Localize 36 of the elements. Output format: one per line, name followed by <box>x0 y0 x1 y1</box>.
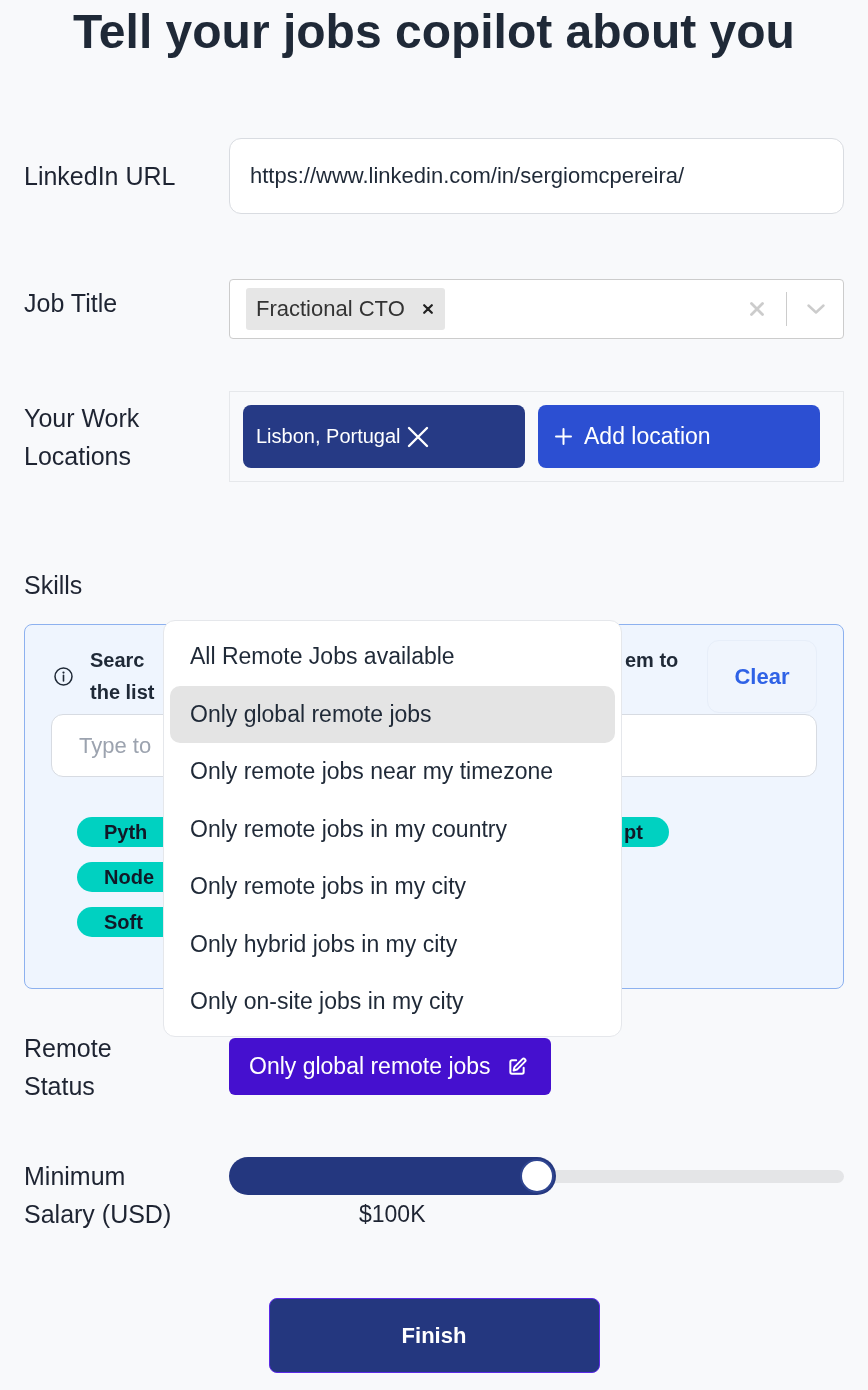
field-label: Job Title <box>24 288 118 319</box>
edit-icon <box>506 1056 527 1077</box>
linkedin-url-field[interactable]: https://www.linkedin.com/in/sergiomcpereira/ <box>229 138 844 214</box>
dropdown-option[interactable]: Only global remote jobs <box>170 685 615 743</box>
job-title-field[interactable]: Fractional CTO <box>229 279 844 339</box>
hint-text: the list <box>90 680 155 705</box>
skill-tag: pt <box>622 817 669 847</box>
field-label: Your Work Locations <box>24 403 141 472</box>
field-label: Skills <box>24 570 83 601</box>
skill-tag: Pyth <box>77 817 163 847</box>
tag-label: Fractional CTO <box>256 296 405 322</box>
field-label: Minimum Salary (USD) <box>24 1161 173 1230</box>
info-icon <box>54 667 73 686</box>
dropdown-option[interactable]: Only remote jobs near my timezone <box>170 743 615 801</box>
hint-text: Searc <box>90 648 146 673</box>
salary-value: $100K <box>359 1201 426 1227</box>
field-label: LinkedIn URL <box>24 161 176 192</box>
location-button[interactable]: Lisbon, Portugal <box>243 405 525 468</box>
dropdown-option[interactable]: Only remote jobs in my country <box>170 800 615 858</box>
plus-icon <box>555 428 572 445</box>
skill-tag: Soft <box>77 907 163 937</box>
hint-text: em to <box>625 648 679 673</box>
dropdown-option[interactable]: Only hybrid jobs in my city <box>170 915 615 973</box>
remove-icon[interactable] <box>422 304 433 314</box>
page-title: Tell your jobs copilot about you <box>72 4 796 60</box>
close-icon <box>406 425 429 448</box>
dropdown-option[interactable]: Only on-site jobs in my city <box>170 973 615 1031</box>
dropdown-option[interactable]: Only remote jobs in my city <box>170 858 615 916</box>
skill-tag: Node <box>77 862 163 892</box>
clear-button[interactable]: Clear <box>707 640 817 713</box>
add-location-button[interactable]: Add location <box>538 405 820 468</box>
field-label: Remote Status <box>24 1033 113 1102</box>
dropdown-option[interactable]: All Remote Jobs available <box>170 628 615 686</box>
finish-button[interactable]: Finish <box>268 1298 600 1373</box>
slider-track[interactable] <box>229 1157 844 1195</box>
remote-status-button[interactable]: Only global remote jobs <box>229 1038 551 1095</box>
